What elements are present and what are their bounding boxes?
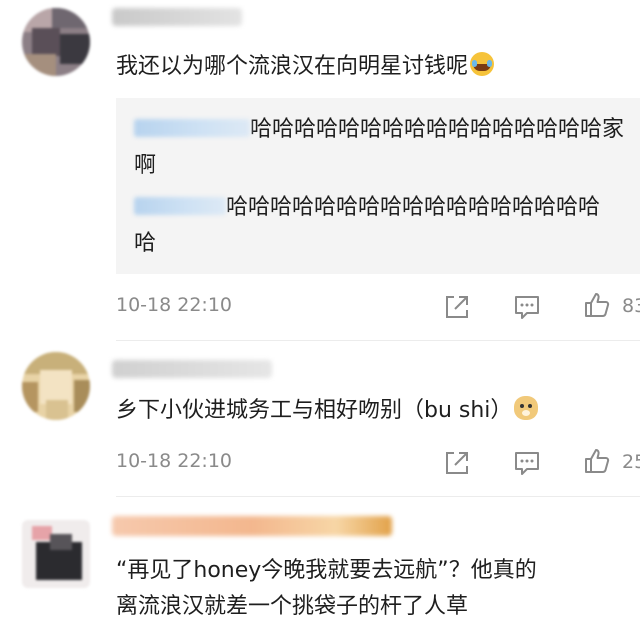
comment-icon[interactable]	[512, 448, 542, 478]
username-blurred[interactable]	[112, 516, 392, 536]
divider	[116, 496, 640, 497]
reply-text: 哈	[134, 231, 157, 256]
comment-text-content: 离流浪汉就差一个挑袋子的杆了人草	[116, 594, 469, 619]
reply-box[interactable]: 哈哈哈哈哈哈哈哈哈哈哈哈哈哈哈哈家 啊 哈哈哈哈哈哈哈哈哈哈哈哈哈哈哈哈哈 哈	[116, 98, 640, 274]
like-icon[interactable]	[582, 290, 612, 320]
reply-username-blurred[interactable]	[134, 119, 250, 137]
reply-item[interactable]: 哈哈哈哈哈哈哈哈哈哈哈哈哈哈哈哈哈	[134, 192, 600, 224]
comment-icon[interactable]	[512, 292, 542, 322]
laugh-cry-emoji	[470, 52, 495, 76]
comment-text-continued: 离流浪汉就差一个挑袋子的杆了人草	[116, 592, 468, 622]
comment-text: 我还以为哪个流浪汉在向明星讨钱呢	[116, 52, 495, 82]
comment-text: 乡下小伙进城务工与相好吻别（bu shi）	[116, 396, 539, 426]
comment-text-content: “再见了honey今晚我就要去远航”？他真的	[116, 558, 537, 583]
avatar[interactable]	[22, 352, 90, 420]
reply-username-blurred[interactable]	[134, 197, 226, 215]
comment-text: “再见了honey今晚我就要去远航”？他真的	[116, 556, 537, 586]
divider	[116, 340, 640, 341]
comment-text-content: 我还以为哪个流浪汉在向明星讨钱呢	[116, 54, 469, 79]
share-icon[interactable]	[442, 292, 472, 322]
reply-text: 哈哈哈哈哈哈哈哈哈哈哈哈哈哈哈哈家	[250, 117, 625, 142]
comment-timestamp: 10-18 22:10	[116, 294, 233, 316]
like-icon[interactable]	[582, 446, 612, 476]
reply-item[interactable]: 哈哈哈哈哈哈哈哈哈哈哈哈哈哈哈哈家	[134, 114, 624, 146]
comment-feed: 我还以为哪个流浪汉在向明星讨钱呢 哈哈哈哈哈哈哈哈哈哈哈哈哈哈哈哈家 啊 哈哈哈…	[0, 0, 640, 640]
username-blurred[interactable]	[112, 8, 242, 26]
reply-text-continued: 啊	[134, 150, 156, 182]
avatar[interactable]	[22, 8, 90, 76]
doge-emoji	[514, 396, 539, 420]
like-count: 83	[622, 295, 640, 317]
comment-timestamp: 10-18 22:10	[116, 450, 233, 472]
avatar[interactable]	[22, 520, 90, 588]
share-icon[interactable]	[442, 448, 472, 478]
username-blurred[interactable]	[112, 360, 272, 378]
like-count: 25	[622, 451, 640, 473]
comment-text-content: 乡下小伙进城务工与相好吻别（bu shi）	[116, 398, 513, 423]
reply-text: 啊	[134, 153, 157, 178]
reply-text: 哈哈哈哈哈哈哈哈哈哈哈哈哈哈哈哈哈	[226, 195, 601, 220]
reply-text-continued: 哈	[134, 228, 156, 260]
